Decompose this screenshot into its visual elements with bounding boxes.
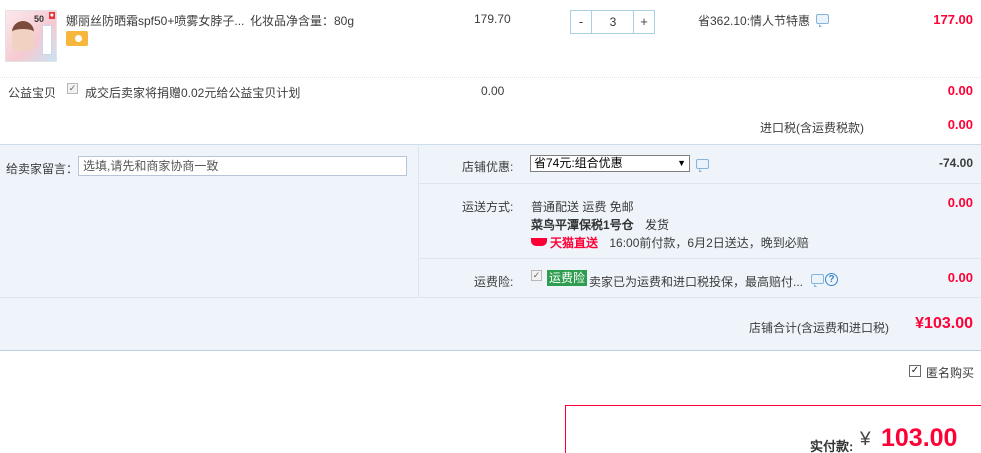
model-face-graphic — [12, 21, 34, 51]
import-tax-label: 进口税(含运费税款) — [760, 121, 864, 135]
product-subtotal: 177.00 — [933, 12, 973, 27]
insurance-text: 卖家已为运费和进口税投保，最高赔付... — [589, 275, 804, 289]
ship-suffix: 发货 — [645, 218, 670, 232]
insurance-amount: 0.00 — [947, 270, 973, 285]
seller-message-label: 给卖家留言： — [6, 162, 79, 176]
help-icon[interactable]: ? — [825, 273, 838, 286]
quantity-increase-button[interactable]: + — [633, 10, 655, 34]
product-title-link[interactable]: 娜丽丝防晒霜spf50+喷雾女脖子... — [66, 12, 244, 29]
welfare-label: 公益宝贝 — [8, 86, 57, 100]
welfare-price: 0.00 — [481, 84, 505, 98]
tmall-direct-label: 天猫直送 — [550, 236, 599, 250]
seller-message-input[interactable]: 选填,请先和商家协商一致 — [78, 156, 407, 176]
shipping-warehouse: 菜鸟平潭保税1号仓 发货 — [531, 216, 669, 233]
welfare-text: 成交后卖家将捐赠0.02元给公益宝贝计划 — [85, 86, 301, 100]
chat-bubble-icon[interactable] — [811, 274, 824, 287]
import-tax-amount: 0.00 — [947, 117, 973, 132]
payment-currency: ¥ — [860, 429, 871, 450]
welfare-amount: 0.00 — [947, 83, 973, 98]
shop-discount-select[interactable]: 省74元:组合优惠 ▼ — [530, 155, 690, 172]
insurance-label: 运费险: — [474, 275, 514, 289]
tmall-logo-icon — [531, 238, 547, 246]
anonymous-label[interactable]: 匿名购买 — [926, 364, 974, 381]
shop-discount-amount: -74.00 — [938, 156, 973, 170]
row-divider — [419, 258, 981, 259]
shipping-amount: 0.00 — [947, 195, 973, 210]
shipping-eta-row: 天猫直送 16:00前付款，6月2日送达，晚到必赔 — [531, 234, 809, 251]
bottle-graphic — [42, 25, 52, 55]
quantity-input[interactable]: 3 — [592, 10, 634, 34]
shop-discount-selected: 省74元:组合优惠 — [534, 156, 623, 170]
welfare-checkbox[interactable]: ✓ — [67, 83, 78, 94]
payment-amount: 103.00 — [881, 424, 958, 452]
card-payment-icon — [66, 31, 88, 46]
product-thumbnail[interactable]: 50 ● — [5, 10, 57, 62]
thumb-tag: ● — [48, 12, 55, 19]
insurance-checkbox[interactable]: ✓ — [531, 270, 542, 281]
shop-total-amount: ¥103.00 — [915, 315, 973, 332]
warehouse-name: 菜鸟平潭保税1号仓 — [531, 218, 634, 232]
shipping-label: 运送方式: — [462, 200, 514, 214]
thumb-spf-label: 50 — [34, 14, 45, 24]
row-divider — [0, 297, 981, 298]
panel-divider — [418, 144, 419, 298]
anonymous-checkbox[interactable]: ✓ — [909, 365, 921, 377]
unit-price: 179.70 — [474, 12, 511, 26]
shipping-eta: 16:00前付款，6月2日送达，晚到必赔 — [609, 236, 809, 250]
discount-info: 省362.10:情人节特惠 — [698, 14, 811, 28]
chat-bubble-icon[interactable] — [696, 159, 709, 172]
row-divider — [419, 183, 981, 184]
payment-label: 实付款: — [810, 439, 854, 453]
shop-total-label: 店铺合计(含运费和进口税) — [749, 321, 889, 335]
product-spec: 化妆品净含量：80g — [250, 14, 355, 28]
shop-discount-label: 店铺优惠: — [462, 160, 514, 174]
chat-bubble-icon[interactable] — [816, 14, 829, 27]
quantity-decrease-button[interactable]: - — [570, 10, 592, 34]
shipping-method: 普通配送 运费 免邮 — [531, 200, 634, 214]
dropdown-arrow-icon: ▼ — [677, 158, 686, 168]
insurance-badge: 运费险 — [547, 270, 588, 286]
